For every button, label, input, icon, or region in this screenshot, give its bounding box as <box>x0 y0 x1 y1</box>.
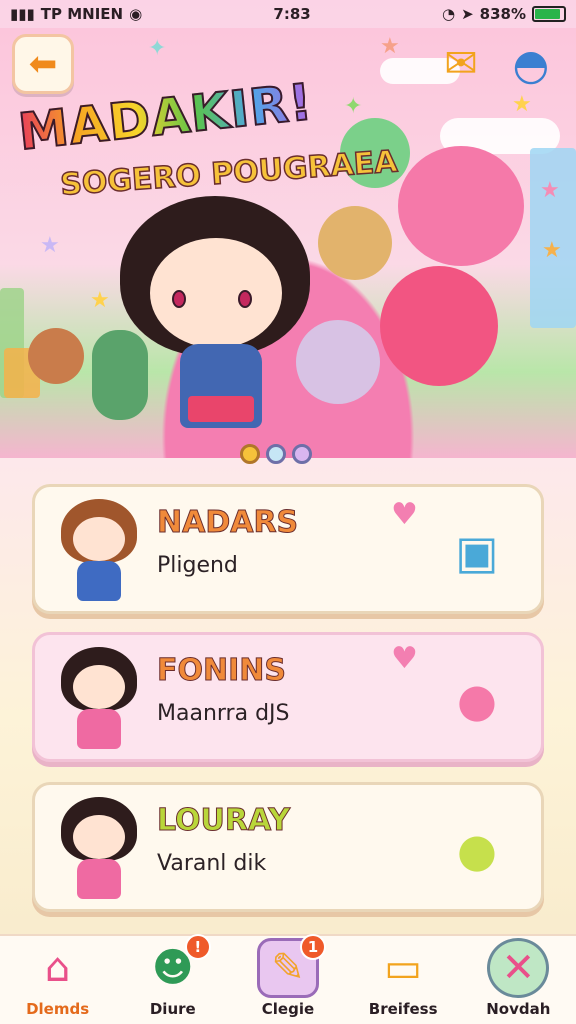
character-green-monster <box>92 330 148 420</box>
card-title: NADARS <box>156 505 299 541</box>
alarm-icon: ◔ <box>441 5 456 23</box>
house-icon: ⌂ <box>44 945 71 991</box>
nav-item-close[interactable]: ✕ Novdah <box>466 938 570 1018</box>
nav-label: Breifess <box>368 1000 438 1018</box>
profile-button[interactable]: ◓ <box>500 34 562 94</box>
nav-label: Diure <box>149 1000 196 1018</box>
mail-button[interactable]: ✉ <box>430 34 492 94</box>
notification-badge: 1 <box>299 934 326 960</box>
heart-icon: ♥ <box>391 497 418 532</box>
character-small-brown <box>28 328 84 384</box>
card-title: FONINS <box>157 653 287 689</box>
helmet-icon: ◓ <box>512 39 550 89</box>
hero-banner[interactable]: ★ ★ ✦ ★ ★ ★ ★ ✦ MADAKIR! SOGERO POUGRAEA <box>0 28 576 458</box>
card-subtitle: Varanl dik <box>157 851 267 876</box>
battery-icon <box>532 6 566 22</box>
battery-percent: 838% <box>479 5 526 23</box>
clock: 7:83 <box>273 5 311 23</box>
wifi-icon: ◉ <box>129 5 143 23</box>
battery-fill <box>535 9 561 19</box>
game-subtitle: SOGERO POUGRAEA <box>58 144 399 204</box>
nav-item-characters[interactable]: ☻ ! Diure <box>121 934 225 1018</box>
mode-card[interactable]: LOURAY Varanl dik ● <box>32 782 544 912</box>
computer-icon: ▭ <box>384 945 423 991</box>
pink-character-icon: ● <box>456 673 498 727</box>
mode-card[interactable]: FONINS Maanrra dJS ♥ ● <box>32 632 544 762</box>
nav-label: Clegie <box>261 1000 315 1018</box>
card-avatar <box>57 647 141 751</box>
nav-label: Novdah <box>486 1000 551 1018</box>
star-icon: ✦ <box>344 94 363 119</box>
nav-item-home[interactable]: ⌂ Dlemds <box>6 938 110 1018</box>
main-character-face <box>150 238 282 348</box>
star-icon: ★ <box>40 233 60 258</box>
card-avatar <box>57 797 141 901</box>
main-character-eye <box>172 290 186 308</box>
envelope-icon: ✉ <box>444 41 478 87</box>
character-blonde <box>318 206 392 280</box>
back-button[interactable]: ⬅ <box>12 34 74 94</box>
character-pink-large <box>398 146 524 266</box>
bottom-nav: ⌂ Dlemds ☻ ! Diure ✎ 1 Clegie ▭ Breifess… <box>0 934 576 1024</box>
nav-label: Dlemds <box>26 1000 90 1018</box>
card-subtitle: Maanrra dJS <box>157 701 290 726</box>
star-icon: ✦ <box>148 36 167 61</box>
main-character-eye <box>238 290 252 308</box>
star-icon: ★ <box>90 288 110 313</box>
mailbox-icon: ▣ <box>455 525 499 579</box>
star-icon: ★ <box>512 92 532 117</box>
pager-dot[interactable] <box>240 444 260 464</box>
carousel-pager[interactable] <box>240 444 312 464</box>
green-character-icon: ● <box>456 823 498 877</box>
card-avatar <box>57 499 141 603</box>
character-lilac-hair <box>296 320 380 404</box>
character-red-hair <box>380 266 498 386</box>
star-icon: ★ <box>380 34 400 59</box>
nav-item-create[interactable]: ✎ 1 Clegie <box>236 934 340 1018</box>
mode-card[interactable]: NADARS Pligend ♥ ▣ <box>32 484 544 614</box>
signal-icon: ▮▮▮ <box>10 5 35 23</box>
notification-badge: ! <box>184 934 211 960</box>
pager-dot[interactable] <box>292 444 312 464</box>
nav-item-computer[interactable]: ▭ Breifess <box>351 938 455 1018</box>
carrier-label: TP MNIEN <box>40 5 124 23</box>
location-icon: ➤ <box>461 5 474 23</box>
close-circle-icon: ✕ <box>487 938 550 998</box>
star-icon: ★ <box>540 178 560 203</box>
pager-dot[interactable] <box>266 444 286 464</box>
heart-icon: ♥ <box>391 641 418 676</box>
arrow-left-icon: ⬅ <box>28 44 58 84</box>
main-character-skirt <box>188 396 254 422</box>
card-subtitle: Pligend <box>157 553 238 578</box>
star-icon: ★ <box>542 238 562 263</box>
card-title: LOURAY <box>156 803 291 839</box>
status-bar: ▮▮▮ TP MNIEN ◉ 7:83 ◔ ➤ 838% <box>0 0 576 28</box>
